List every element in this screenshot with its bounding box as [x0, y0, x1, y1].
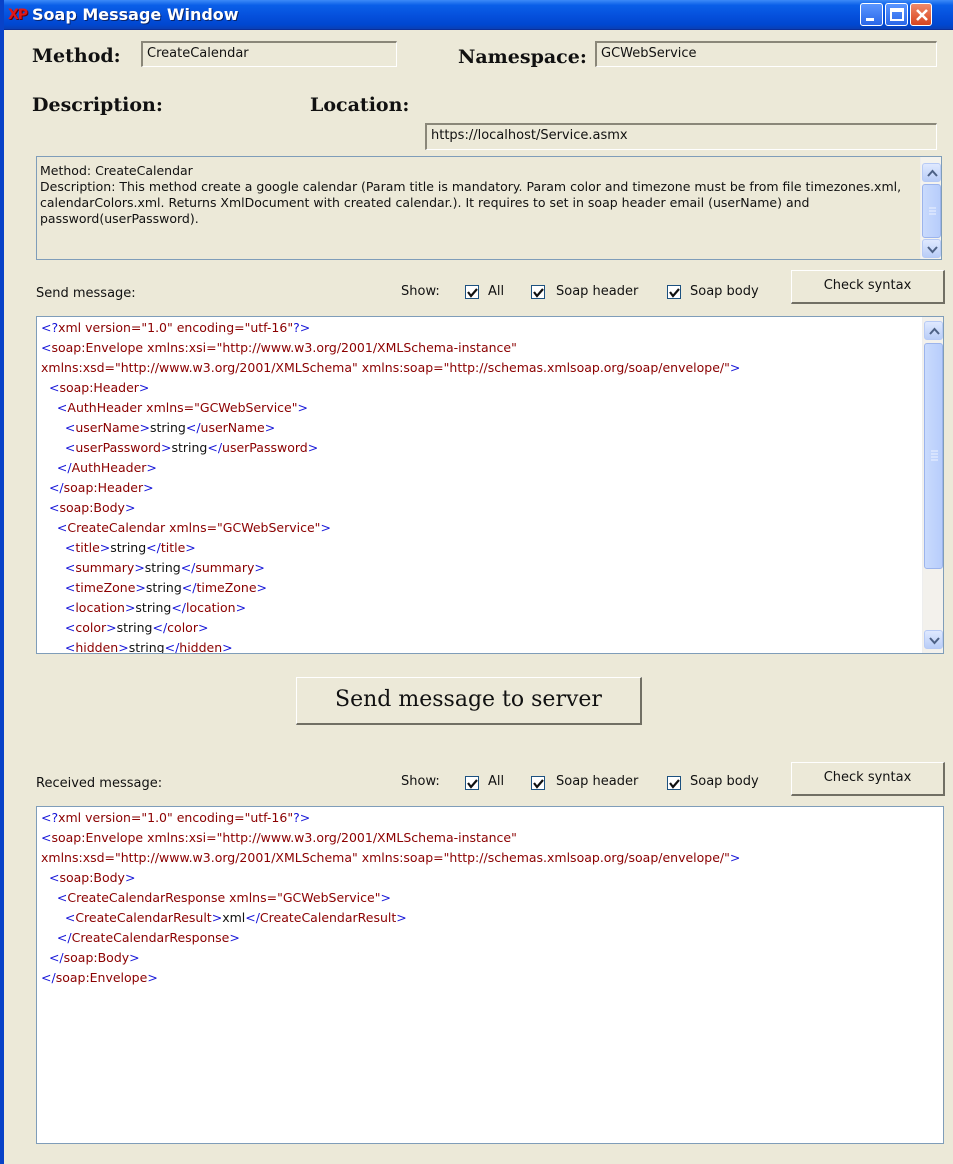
- scroll-down-button[interactable]: [924, 630, 943, 649]
- send-soap-body-checkbox[interactable]: [667, 285, 681, 299]
- received-xml-content: <?xml version="1.0" encoding="utf-16"?> <…: [41, 808, 740, 988]
- send-soap-header-label: Soap header: [556, 284, 639, 299]
- soap-message-window: XP Soap Message Window Method: CreateCal…: [0, 0, 953, 1164]
- namespace-field[interactable]: GCWebService: [595, 41, 937, 67]
- xml-line: <hidden>string</hidden>: [64, 640, 233, 654]
- received-check-syntax-button[interactable]: Check syntax: [791, 762, 945, 796]
- send-soap-body-label: Soap body: [690, 284, 759, 299]
- xml-line: </soap:Header>: [48, 480, 154, 495]
- xml-line: </CreateCalendarResponse>: [56, 930, 240, 945]
- description-text: Method: CreateCalendar Description: This…: [40, 163, 913, 227]
- send-show-label: Show:: [401, 284, 440, 299]
- send-message-editor[interactable]: <?xml version="1.0" encoding="utf-16"?> <…: [36, 316, 944, 654]
- scroll-thumb[interactable]: [924, 343, 943, 569]
- xml-line: <?xml version="1.0" encoding="utf-16"?>: [41, 810, 311, 825]
- send-scrollbar[interactable]: [922, 317, 943, 653]
- xml-line: <AuthHeader xmlns="GCWebService">: [56, 400, 308, 415]
- xml-line: <soap:Header>: [48, 380, 150, 395]
- window-title: Soap Message Window: [32, 5, 239, 24]
- xp-icon: XP: [8, 7, 28, 23]
- scroll-down-button[interactable]: [922, 239, 941, 258]
- send-all-label: All: [488, 284, 505, 299]
- check-icon: [533, 288, 544, 298]
- xml-line: <soap:Body>: [48, 870, 136, 885]
- location-label: Location:: [310, 94, 410, 116]
- xml-line: <userName>string</userName>: [64, 420, 276, 435]
- scroll-thumb[interactable]: [922, 184, 941, 238]
- location-field[interactable]: https://localhost/Service.asmx: [425, 123, 937, 150]
- scroll-up-button[interactable]: [922, 163, 941, 182]
- xml-line: <CreateCalendarResult>xml</CreateCalenda…: [64, 910, 407, 925]
- xml-line: <?xml version="1.0" encoding="utf-16"?>: [41, 320, 311, 335]
- send-to-server-button[interactable]: Send message to server: [296, 677, 642, 725]
- received-all-checkbox[interactable]: [465, 776, 479, 790]
- method-label: Method:: [32, 45, 121, 67]
- received-soap-header-checkbox[interactable]: [531, 776, 545, 790]
- chevron-up-icon: [927, 169, 938, 177]
- check-icon: [467, 779, 478, 789]
- chevron-down-icon: [929, 637, 940, 645]
- send-soap-header-checkbox[interactable]: [531, 285, 545, 299]
- received-soap-header-label: Soap header: [556, 774, 639, 789]
- title-bar[interactable]: XP Soap Message Window: [4, 0, 953, 30]
- check-icon: [669, 288, 680, 298]
- namespace-label: Namespace:: [458, 46, 587, 68]
- xml-line: <summary>string</summary>: [64, 560, 265, 575]
- check-icon: [533, 779, 544, 789]
- maximize-button[interactable]: [885, 3, 908, 26]
- check-icon: [467, 288, 478, 298]
- grip-icon: [931, 450, 938, 461]
- received-message-label: Received message:: [36, 776, 163, 791]
- description-first-line: Method: CreateCalendar: [40, 163, 193, 178]
- chevron-up-icon: [929, 327, 940, 335]
- scroll-up-button[interactable]: [924, 321, 943, 340]
- xml-line: <timeZone>string</timeZone>: [64, 580, 268, 595]
- xml-line: <CreateCalendar xmlns="GCWebService">: [56, 520, 331, 535]
- send-xml-content: <?xml version="1.0" encoding="utf-16"?> <…: [41, 318, 741, 654]
- xml-line: <location>string</location>: [64, 600, 247, 615]
- check-icon: [669, 779, 680, 789]
- chevron-down-icon: [927, 246, 938, 254]
- description-body: Description: This method create a google…: [40, 179, 902, 226]
- grip-icon: [929, 207, 936, 215]
- xml-line: <color>string</color>: [64, 620, 209, 635]
- minimize-icon: [866, 18, 874, 21]
- close-icon: [916, 9, 928, 21]
- xml-line: </soap:Envelope>: [41, 970, 158, 985]
- received-message-editor[interactable]: <?xml version="1.0" encoding="utf-16"?> <…: [36, 806, 944, 1144]
- xml-line: <CreateCalendarResponse xmlns="GCWebServ…: [56, 890, 391, 905]
- close-button[interactable]: [910, 3, 932, 26]
- xml-line: <soap:Body>: [48, 500, 136, 515]
- received-all-label: All: [488, 774, 505, 789]
- received-show-label: Show:: [401, 774, 440, 789]
- xml-line: <soap:Envelope xmlns:xsi="http://www.w3.…: [41, 340, 517, 355]
- received-soap-body-checkbox[interactable]: [667, 776, 681, 790]
- method-field[interactable]: CreateCalendar: [141, 41, 397, 67]
- xml-line: <title>string</title>: [64, 540, 196, 555]
- xml-line: <soap:Envelope xmlns:xsi="http://www.w3.…: [41, 830, 517, 845]
- maximize-icon: [890, 8, 904, 21]
- received-soap-body-label: Soap body: [690, 774, 759, 789]
- xml-line: xmlns:xsd="http://www.w3.org/2001/XMLSch…: [41, 360, 741, 375]
- xml-line: xmlns:xsd="http://www.w3.org/2001/XMLSch…: [41, 850, 741, 865]
- xml-line: <userPassword>string</userPassword>: [64, 440, 319, 455]
- send-all-checkbox[interactable]: [465, 285, 479, 299]
- xml-line: </soap:Body>: [48, 950, 140, 965]
- xml-line: </AuthHeader>: [56, 460, 157, 475]
- send-check-syntax-button[interactable]: Check syntax: [791, 270, 945, 304]
- description-scrollbar[interactable]: [920, 157, 941, 259]
- description-label: Description:: [32, 94, 163, 116]
- minimize-button[interactable]: [860, 3, 883, 26]
- send-message-label: Send message:: [36, 286, 136, 301]
- description-textbox[interactable]: Method: CreateCalendar Description: This…: [36, 156, 942, 260]
